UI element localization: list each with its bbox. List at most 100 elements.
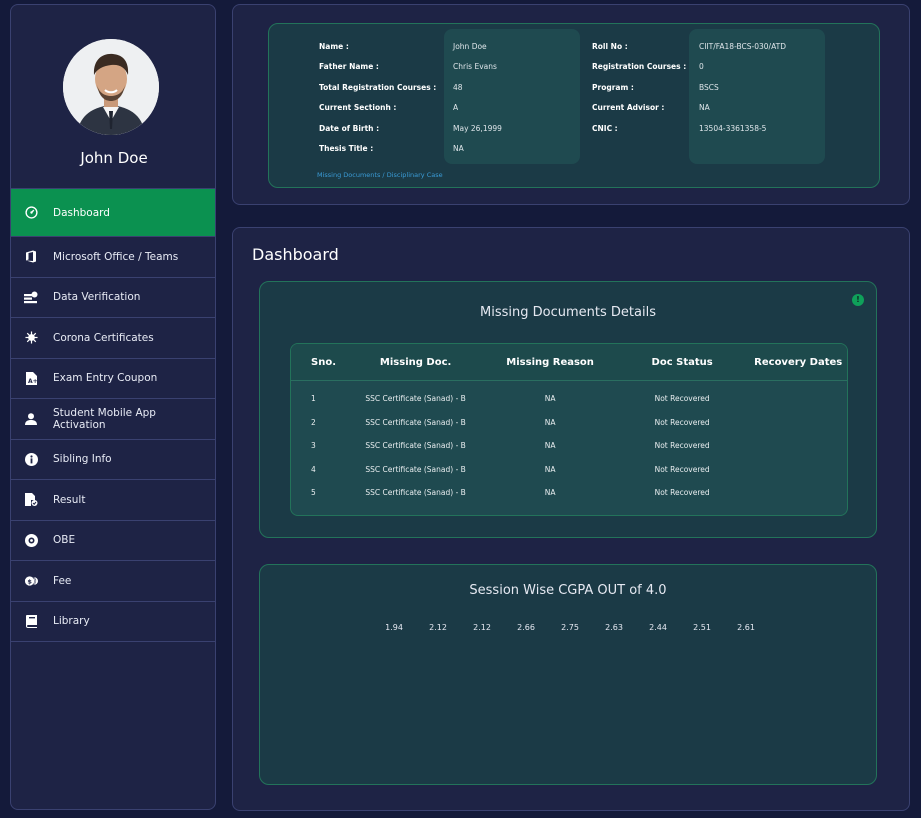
sidebar-item-data-verification[interactable]: Data Verification: [11, 278, 215, 318]
table-cell: NA: [544, 464, 556, 474]
table-header: Sno. Missing Doc. Missing Reason Doc Sta…: [291, 344, 847, 381]
sidebar-item-obe[interactable]: OBE: [11, 521, 215, 561]
table-cell: 3: [311, 441, 316, 451]
svg-text:$: $: [27, 577, 32, 585]
sidebar-nav: Dashboard Microsoft Office / Teams Data …: [11, 188, 215, 642]
data-verification-icon: [24, 290, 38, 304]
sidebar: John Doe Dashboard Microsoft Office / Te…: [10, 4, 216, 810]
student-info-box: Name : John Doe Father Name : Chris Evan…: [268, 23, 880, 188]
father-name-label: Father Name :: [319, 62, 379, 71]
sidebar-item-label: Dashboard: [53, 206, 110, 219]
registration-courses-label: Registration Courses :: [592, 62, 687, 71]
cgpa-title: Session Wise CGPA OUT of 4.0: [469, 583, 667, 598]
cgpa-value: 2.63: [605, 623, 623, 632]
cgpa-value: 2.12: [473, 623, 491, 632]
column-header: Missing Doc.: [379, 356, 452, 368]
sidebar-item-result[interactable]: Result: [11, 480, 215, 521]
cgpa-value: 2.51: [693, 623, 711, 632]
table-cell: Not Recovered: [654, 488, 710, 498]
cgpa-values: 1.94 2.12 2.12 2.66 2.75 2.63 2.44 2.51 …: [372, 623, 768, 632]
total-registration-courses-value: 48: [453, 83, 463, 92]
missing-documents-link[interactable]: Missing Documents / Disciplinary Case: [317, 171, 443, 179]
table-cell: 4: [311, 464, 316, 474]
sidebar-item-dashboard[interactable]: Dashboard: [11, 188, 215, 237]
cnic-label: CNIC :: [592, 124, 618, 133]
missing-documents-title: Missing Documents Details: [480, 305, 656, 320]
obe-icon: [24, 533, 38, 547]
sidebar-item-office-teams[interactable]: Microsoft Office / Teams: [11, 237, 215, 278]
sidebar-item-fee[interactable]: $ Fee: [11, 561, 215, 602]
student-info-panel: Name : John Doe Father Name : Chris Evan…: [232, 4, 910, 205]
column-header: Sno.: [311, 356, 336, 368]
current-section-value: A: [453, 103, 459, 112]
table-cell: Not Recovered: [654, 464, 710, 474]
father-name-value: Chris Evans: [453, 62, 497, 71]
avatar[interactable]: [63, 39, 159, 135]
sidebar-item-library[interactable]: Library: [11, 602, 215, 642]
table-cell: 1: [311, 394, 316, 404]
cgpa-value: 1.94: [385, 623, 403, 632]
cgpa-value: 2.12: [429, 623, 447, 632]
date-of-birth-value: May 26,1999: [453, 124, 502, 133]
roll-no-value: CIIT/FA18-BCS-030/ATD: [699, 42, 786, 51]
total-registration-courses-label: Total Registration Courses :: [319, 83, 437, 92]
table-cell: SSC Certificate (Sanad) - B: [365, 488, 466, 498]
sidebar-item-mobile-app-activation[interactable]: Student Mobile App Activation: [11, 399, 215, 440]
cgpa-value: 2.61: [737, 623, 755, 632]
sidebar-item-label: Microsoft Office / Teams: [53, 250, 179, 263]
sidebar-item-label: Student Mobile App Activation: [53, 406, 156, 431]
svg-text:A+: A+: [28, 378, 37, 385]
table-cell: NA: [544, 488, 556, 498]
sidebar-item-label: Corona Certificates: [53, 331, 154, 344]
sidebar-item-corona-certificates[interactable]: Corona Certificates: [11, 318, 215, 359]
sidebar-item-label: OBE: [53, 534, 76, 547]
table-cell: SSC Certificate (Sanad) - B: [365, 464, 466, 474]
name-value: John Doe: [453, 42, 487, 51]
table-cell: NA: [544, 394, 556, 404]
book-icon: [24, 614, 38, 628]
table-cell: Not Recovered: [654, 417, 710, 427]
column-header: Doc Status: [651, 356, 713, 368]
info-icon: [24, 452, 38, 466]
dashboard-icon: [24, 206, 38, 220]
table-row: 4 SSC Certificate (Sanad) - B NA Not Rec…: [291, 458, 847, 482]
roll-no-label: Roll No :: [592, 42, 628, 51]
column-header: Recovery Dates: [754, 356, 843, 368]
current-advisor-value: NA: [699, 103, 710, 112]
table-cell: Not Recovered: [654, 394, 710, 404]
current-advisor-label: Current Advisor :: [592, 103, 665, 112]
table-cell: 5: [311, 488, 316, 498]
table-row: 5 SSC Certificate (Sanad) - B NA Not Rec…: [291, 481, 847, 505]
sidebar-item-label: Exam Entry Coupon: [53, 372, 158, 385]
table-cell: 2: [311, 417, 316, 427]
table-cell: SSC Certificate (Sanad) - B: [365, 441, 466, 451]
table-cell: Not Recovered: [654, 441, 710, 451]
cgpa-card: Session Wise CGPA OUT of 4.0 1.94 2.12 2…: [259, 564, 877, 785]
office-icon: [24, 250, 38, 264]
coins-icon: $: [24, 574, 38, 588]
missing-documents-card: ! Missing Documents Details Sno. Missing…: [259, 281, 877, 538]
table-row: 3 SSC Certificate (Sanad) - B NA Not Rec…: [291, 434, 847, 458]
current-section-label: Current Sectionh :: [319, 103, 397, 112]
table-cell: SSC Certificate (Sanad) - B: [365, 394, 466, 404]
sidebar-item-label: Sibling Info: [53, 453, 112, 466]
table-row: 2 SSC Certificate (Sanad) - B NA Not Rec…: [291, 411, 847, 435]
profile-name: John Doe: [80, 149, 148, 167]
thesis-title-value: NA: [453, 144, 464, 153]
sidebar-item-exam-entry-coupon[interactable]: A+ Exam Entry Coupon: [11, 359, 215, 399]
name-label: Name :: [319, 42, 349, 51]
result-icon: [24, 493, 38, 507]
missing-documents-table: Sno. Missing Doc. Missing Reason Doc Sta…: [290, 343, 848, 516]
page-title: Dashboard: [252, 245, 339, 264]
cgpa-value: 2.66: [517, 623, 535, 632]
program-label: Program :: [592, 83, 634, 92]
sidebar-item-label: Library: [53, 615, 90, 628]
sidebar-item-sibling-info[interactable]: Sibling Info: [11, 440, 215, 480]
table-body: 1 SSC Certificate (Sanad) - B NA Not Rec…: [291, 381, 847, 505]
column-header: Missing Reason: [506, 356, 594, 368]
program-value: BSCS: [699, 83, 719, 92]
cgpa-value: 2.44: [649, 623, 667, 632]
sidebar-item-label: Fee: [53, 574, 72, 587]
coupon-icon: A+: [24, 371, 38, 385]
table-row: 1 SSC Certificate (Sanad) - B NA Not Rec…: [291, 387, 847, 411]
